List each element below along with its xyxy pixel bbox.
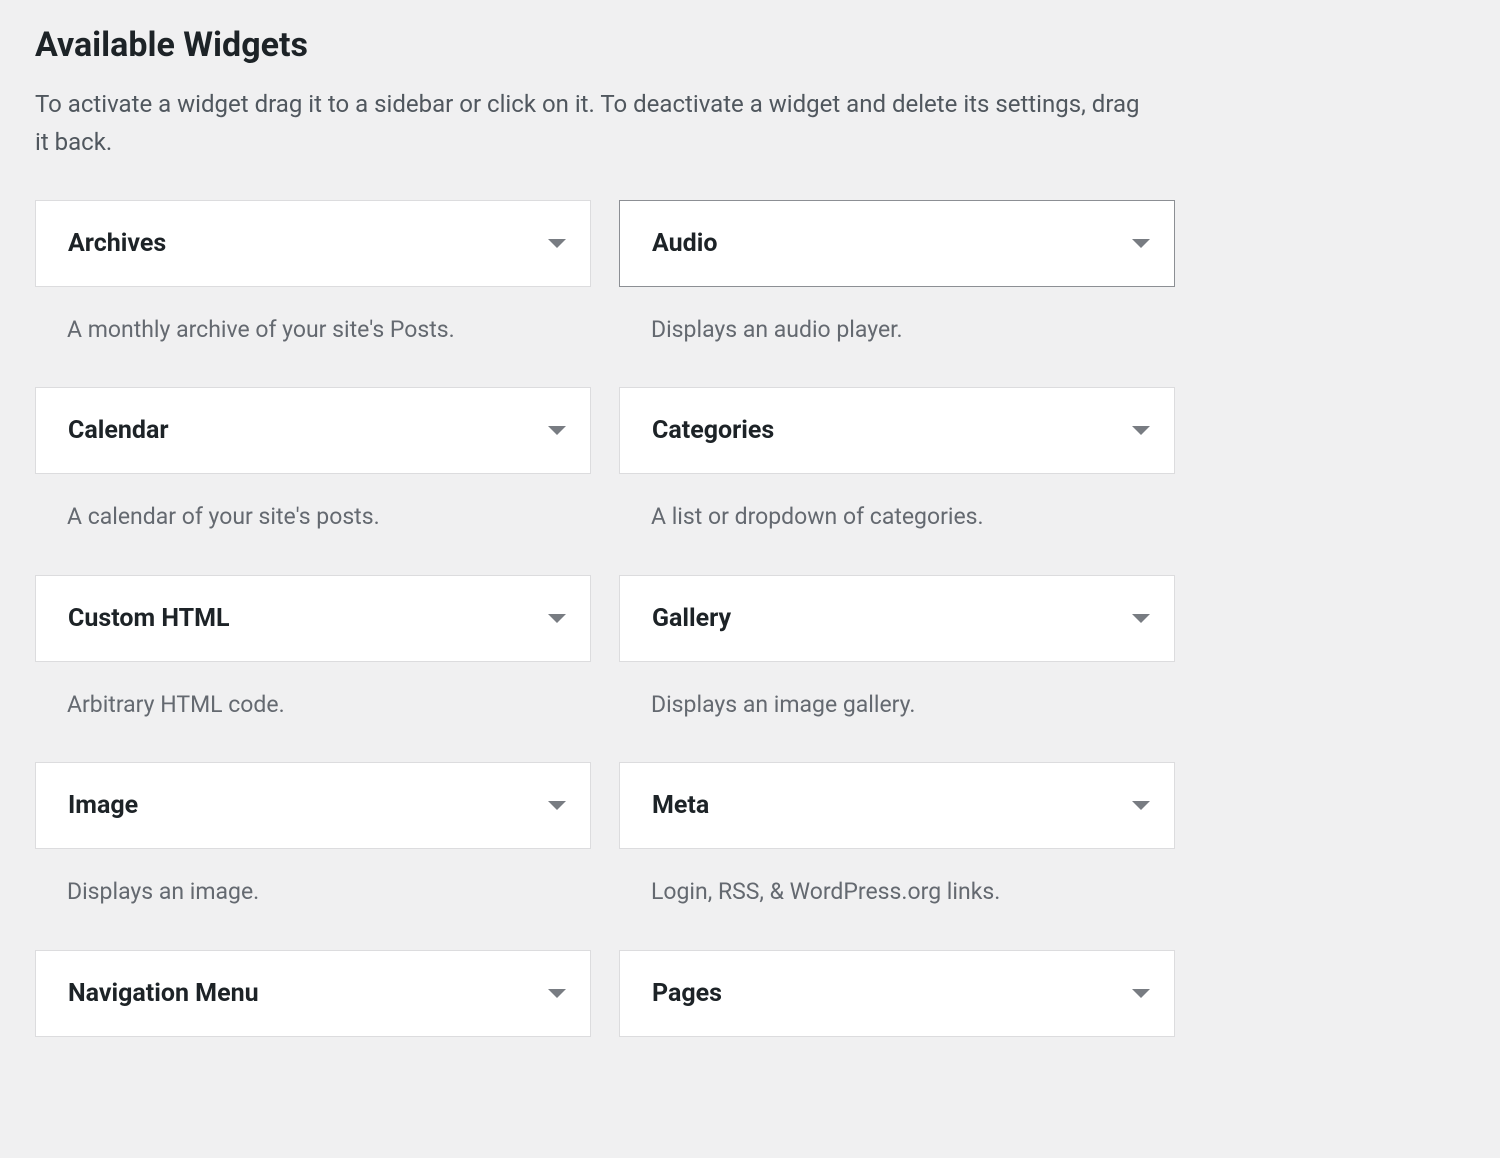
widget-title: Custom HTML [68,604,230,633]
widget-title: Navigation Menu [68,979,259,1008]
widget-description: A list or dropdown of categories. [619,474,1175,553]
widget-item: Categories A list or dropdown of categori… [619,387,1175,553]
instructions-text: To activate a widget drag it to a sideba… [35,85,1155,162]
widget-title: Archives [68,229,166,258]
widget-item: Pages [619,950,1175,1037]
widget-header[interactable]: Custom HTML [35,575,591,662]
widget-description: Displays an image. [35,849,591,928]
widget-header[interactable]: Categories [619,387,1175,474]
chevron-down-icon [548,801,566,810]
widget-description: A monthly archive of your site's Posts. [35,287,591,366]
chevron-down-icon [548,989,566,998]
chevron-down-icon [548,239,566,248]
widget-item: Audio Displays an audio player. [619,200,1175,366]
widget-description: Arbitrary HTML code. [35,662,591,741]
widget-description: Displays an audio player. [619,287,1175,366]
page-title: Available Widgets [35,25,1465,65]
widget-item: Archives A monthly archive of your site's… [35,200,591,366]
widget-title: Categories [652,416,774,445]
widget-header[interactable]: Meta [619,762,1175,849]
chevron-down-icon [1132,239,1150,248]
chevron-down-icon [1132,989,1150,998]
chevron-down-icon [548,426,566,435]
widget-item: Custom HTML Arbitrary HTML code. [35,575,591,741]
widget-header[interactable]: Image [35,762,591,849]
widget-title: Calendar [68,416,168,445]
widget-item: Calendar A calendar of your site's posts. [35,387,591,553]
widget-description: Login, RSS, & WordPress.org links. [619,849,1175,928]
widget-description: Displays an image gallery. [619,662,1175,741]
widget-title: Pages [652,979,722,1008]
widget-item: Image Displays an image. [35,762,591,928]
widget-title: Image [68,791,138,820]
widget-item: Navigation Menu [35,950,591,1037]
chevron-down-icon [1132,614,1150,623]
widget-description: A calendar of your site's posts. [35,474,591,553]
widget-header[interactable]: Calendar [35,387,591,474]
widget-title: Gallery [652,604,731,633]
widget-header[interactable]: Audio [619,200,1175,287]
widget-header[interactable]: Pages [619,950,1175,1037]
widget-item: Gallery Displays an image gallery. [619,575,1175,741]
widget-header[interactable]: Archives [35,200,591,287]
widget-title: Meta [652,791,709,820]
widget-header[interactable]: Gallery [619,575,1175,662]
chevron-down-icon [548,614,566,623]
widget-header[interactable]: Navigation Menu [35,950,591,1037]
widget-item: Meta Login, RSS, & WordPress.org links. [619,762,1175,928]
available-widgets-grid: Archives A monthly archive of your site's… [35,200,1175,1059]
widget-title: Audio [652,229,717,258]
chevron-down-icon [1132,801,1150,810]
chevron-down-icon [1132,426,1150,435]
